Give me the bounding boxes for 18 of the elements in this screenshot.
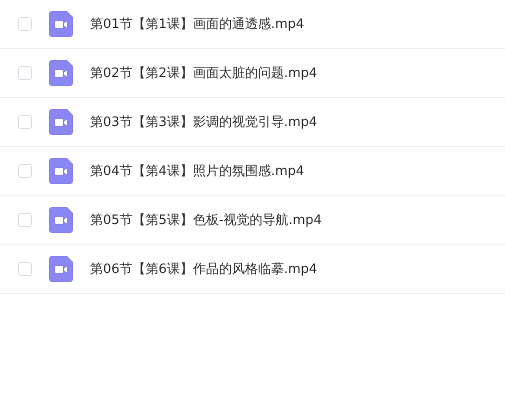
checkbox[interactable] <box>18 115 32 129</box>
video-file-icon <box>49 256 73 282</box>
checkbox[interactable] <box>18 66 32 80</box>
video-file-icon <box>49 60 73 86</box>
checkbox[interactable] <box>18 164 32 178</box>
video-file-icon <box>49 11 73 37</box>
checkbox[interactable] <box>18 213 32 227</box>
file-name[interactable]: 第06节【第6课】作品的风格临摹.mp4 <box>90 260 318 278</box>
checkbox[interactable] <box>18 17 32 31</box>
video-file-icon <box>49 158 73 184</box>
file-name[interactable]: 第04节【第4课】照片的氛围感.mp4 <box>90 162 304 180</box>
file-name[interactable]: 第02节【第2课】画面太脏的问题.mp4 <box>90 64 318 82</box>
video-file-icon <box>49 207 73 233</box>
file-name[interactable]: 第01节【第1课】画面的通透感.mp4 <box>90 15 304 33</box>
checkbox[interactable] <box>18 262 32 276</box>
file-name[interactable]: 第03节【第3课】影调的视觉引导.mp4 <box>90 113 318 131</box>
video-file-icon <box>49 109 73 135</box>
file-name[interactable]: 第05节【第5课】色板-视觉的导航.mp4 <box>90 211 322 229</box>
